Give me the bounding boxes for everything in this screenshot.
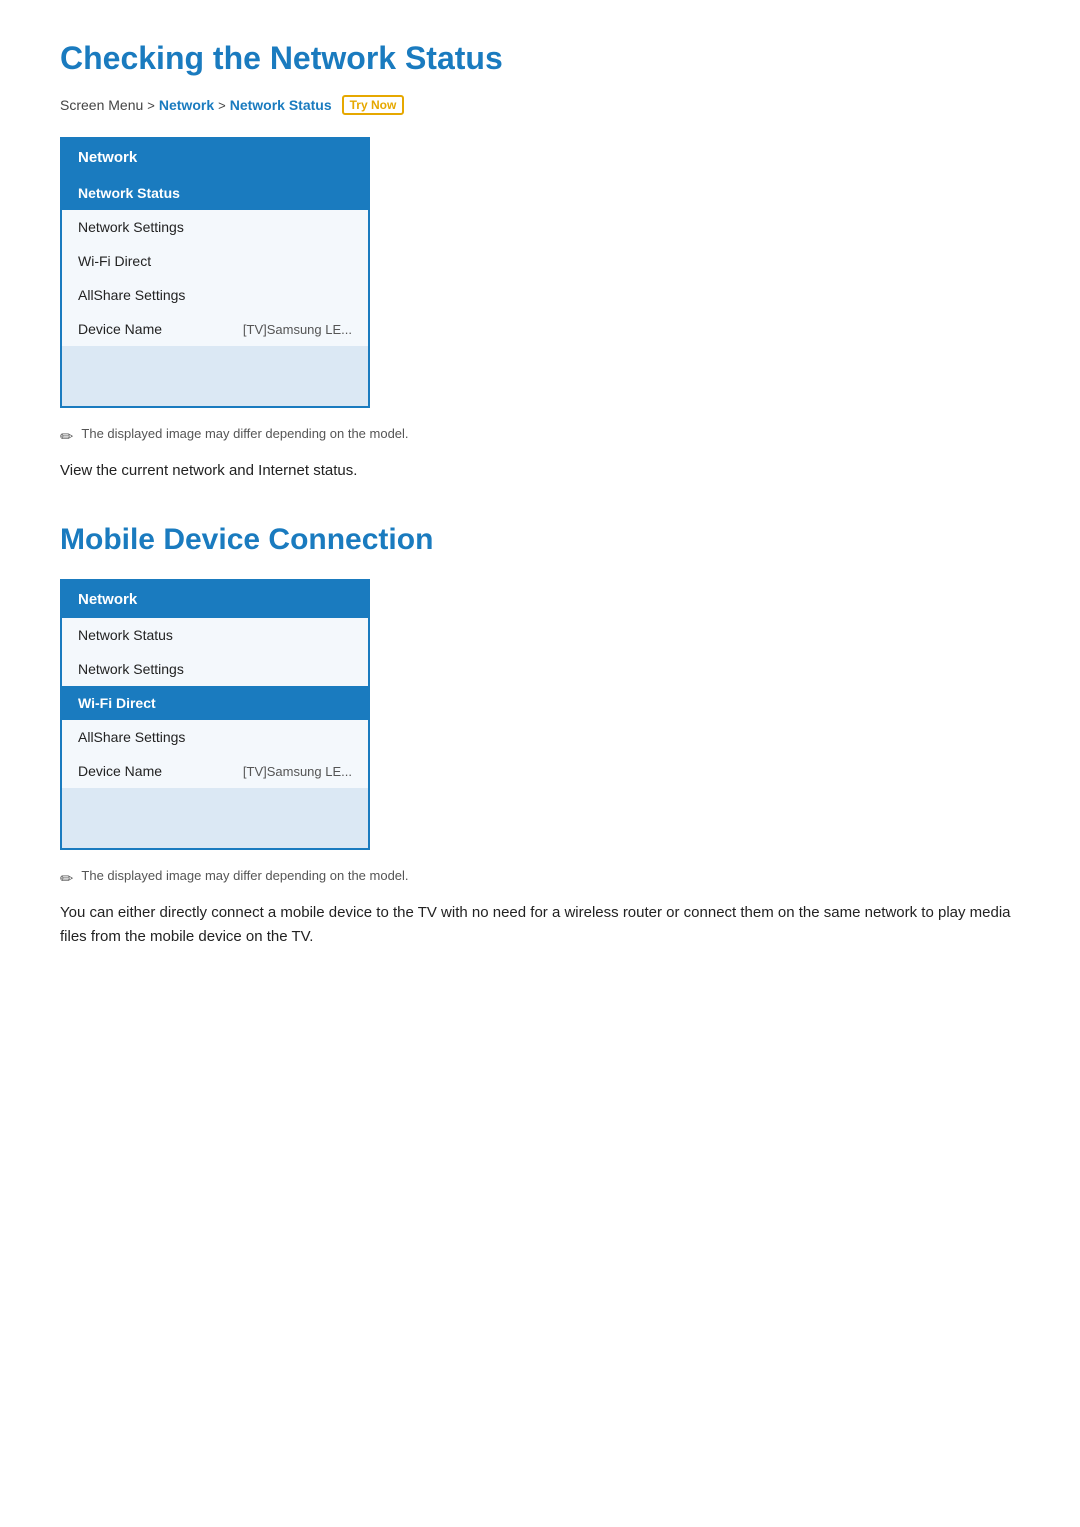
breadcrumb-prefix: Screen Menu bbox=[60, 97, 143, 113]
menu-item-wifi-direct[interactable]: Wi-Fi Direct bbox=[62, 244, 368, 278]
menu-box-section1: Network Network Status Network Settings … bbox=[60, 137, 370, 408]
menu-item-allshare-settings[interactable]: AllShare Settings bbox=[62, 278, 368, 312]
menu-item-label: Device Name bbox=[78, 321, 162, 337]
menu-spacer-section1 bbox=[62, 346, 368, 406]
menu-item-label: Device Name bbox=[78, 763, 162, 779]
note-text-section1: The displayed image may differ depending… bbox=[81, 426, 408, 441]
menu-item-label: Network Status bbox=[78, 185, 180, 201]
menu-item2-allshare-settings[interactable]: AllShare Settings bbox=[62, 720, 368, 754]
breadcrumb-link-network-status[interactable]: Network Status bbox=[230, 97, 332, 113]
section-network-status: Checking the Network Status Screen Menu … bbox=[60, 40, 1020, 483]
try-now-badge[interactable]: Try Now bbox=[342, 95, 405, 115]
menu-header-section1: Network bbox=[62, 139, 368, 176]
menu-item-label: Network Settings bbox=[78, 219, 184, 235]
menu-item-label: Wi-Fi Direct bbox=[78, 695, 156, 711]
menu-header-section2: Network bbox=[62, 581, 368, 618]
note-section2: ✏ The displayed image may differ dependi… bbox=[60, 868, 1020, 889]
description-section1: View the current network and Internet st… bbox=[60, 459, 1020, 483]
section2-title: Mobile Device Connection bbox=[60, 523, 1020, 557]
menu-item-network-status-active[interactable]: Network Status bbox=[62, 176, 368, 210]
section1-title: Checking the Network Status bbox=[60, 40, 1020, 77]
menu-item2-network-settings[interactable]: Network Settings bbox=[62, 652, 368, 686]
breadcrumb-section1: Screen Menu > Network > Network Status T… bbox=[60, 95, 1020, 115]
pencil-icon-2: ✏ bbox=[60, 869, 73, 889]
pencil-icon: ✏ bbox=[60, 427, 73, 447]
note-section1: ✏ The displayed image may differ dependi… bbox=[60, 426, 1020, 447]
menu-box-section2: Network Network Status Network Settings … bbox=[60, 579, 370, 850]
menu-item-network-settings[interactable]: Network Settings bbox=[62, 210, 368, 244]
menu-item2-network-status[interactable]: Network Status bbox=[62, 618, 368, 652]
menu-spacer-section2 bbox=[62, 788, 368, 848]
menu-item-device-name[interactable]: Device Name [TV]Samsung LE... bbox=[62, 312, 368, 346]
section-mobile-device: Mobile Device Connection Network Network… bbox=[60, 523, 1020, 949]
breadcrumb-sep2: > bbox=[218, 98, 226, 113]
menu-item2-value: [TV]Samsung LE... bbox=[243, 764, 352, 779]
breadcrumb-link-network[interactable]: Network bbox=[159, 97, 214, 113]
note-text-section2: The displayed image may differ depending… bbox=[81, 868, 408, 883]
menu-item-label: AllShare Settings bbox=[78, 729, 185, 745]
menu-item-label: Wi-Fi Direct bbox=[78, 253, 151, 269]
description-section2: You can either directly connect a mobile… bbox=[60, 901, 1020, 949]
menu-item-value: [TV]Samsung LE... bbox=[243, 322, 352, 337]
menu-item2-wifi-direct-active[interactable]: Wi-Fi Direct bbox=[62, 686, 368, 720]
breadcrumb-sep1: > bbox=[147, 98, 155, 113]
menu-item-label: Network Settings bbox=[78, 661, 184, 677]
menu-item-label: AllShare Settings bbox=[78, 287, 185, 303]
menu-item-label: Network Status bbox=[78, 627, 173, 643]
menu-item2-device-name[interactable]: Device Name [TV]Samsung LE... bbox=[62, 754, 368, 788]
